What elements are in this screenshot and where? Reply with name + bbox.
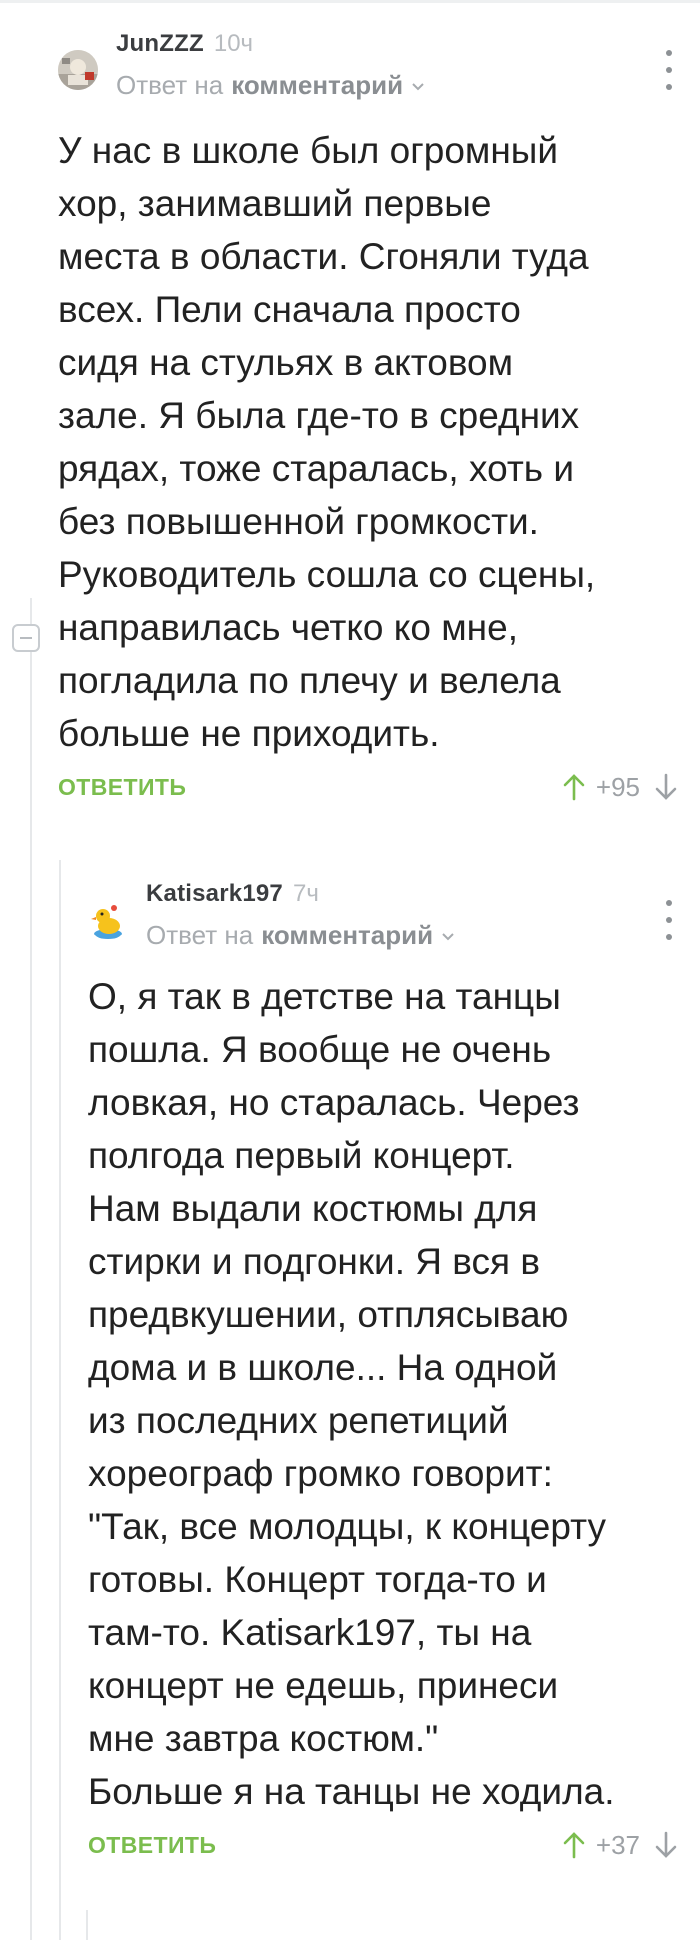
vote-controls: +95 [562, 772, 678, 803]
comment-body: О, я так в детстве на танцы пошла. Я воо… [88, 976, 615, 1812]
reply-to-link[interactable]: Ответ на комментарий [116, 70, 425, 101]
comment-header: JunZZZ 10ч Ответ на комментарий [58, 30, 678, 110]
comment-header: Katisark197 7ч Ответ на комментарий [88, 880, 678, 960]
collapse-thread-icon[interactable] [12, 624, 40, 652]
score: +95 [595, 771, 640, 802]
upvote-arrow-icon[interactable] [562, 1830, 586, 1860]
score: +37 [595, 1829, 640, 1860]
vote-controls: +37 [562, 1830, 678, 1861]
reply-to-prefix: Ответ на [146, 920, 254, 950]
reply-to-prefix: Ответ на [116, 70, 224, 100]
comment: JunZZZ 10ч Ответ на комментарий У нас в … [58, 30, 678, 812]
reply-button[interactable]: ОТВЕТИТЬ [58, 774, 186, 801]
comment: Katisark197 7ч Ответ на комментарий О, я… [88, 880, 678, 1870]
chevron-down-icon [412, 82, 424, 90]
reply-to-target: комментарий [261, 920, 434, 950]
username[interactable]: Katisark197 [146, 880, 283, 908]
more-vertical-icon[interactable] [654, 50, 684, 90]
reply-to-link[interactable]: Ответ на комментарий [146, 920, 455, 951]
thread-line-deep [86, 1910, 88, 1940]
more-vertical-icon[interactable] [654, 900, 684, 940]
reply-to-target: комментарий [231, 70, 404, 100]
chevron-down-icon [442, 932, 454, 940]
avatar[interactable] [88, 900, 128, 940]
comment-body: У нас в школе был огромный хор, занимавш… [58, 130, 596, 754]
thread-line [30, 598, 32, 1940]
comment-actions: ОТВЕТИТЬ +37 [88, 1820, 678, 1870]
upvote-arrow-icon[interactable] [562, 772, 586, 802]
comment-actions: ОТВЕТИТЬ +95 [58, 762, 678, 812]
downvote-arrow-icon[interactable] [654, 772, 678, 802]
timestamp: 10ч [213, 30, 254, 57]
timestamp: 7ч [292, 880, 319, 907]
top-divider [0, 0, 700, 3]
thread-line-nested [59, 860, 61, 1940]
reply-button[interactable]: ОТВЕТИТЬ [88, 1832, 216, 1859]
avatar[interactable] [58, 50, 98, 90]
username[interactable]: JunZZZ [116, 30, 204, 58]
downvote-arrow-icon[interactable] [654, 1830, 678, 1860]
